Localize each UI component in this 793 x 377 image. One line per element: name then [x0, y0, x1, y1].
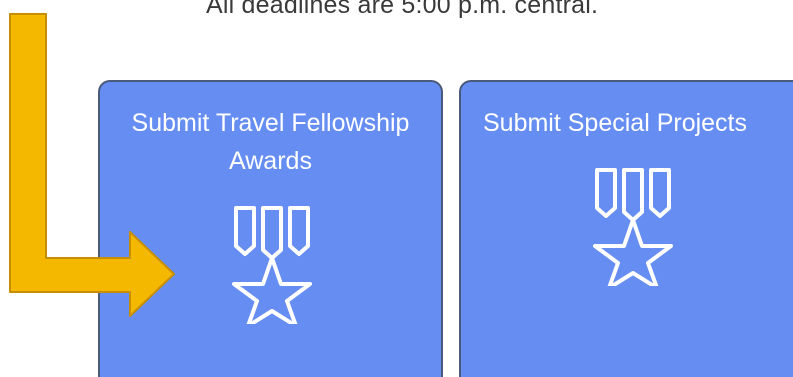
submit-special-projects-card[interactable]: Submit Special Projects — [459, 80, 793, 377]
deadline-note: All deadlines are 5:00 p.m. central. — [206, 0, 599, 19]
pointer-arrow-icon — [9, 13, 175, 317]
award-medal-icon — [232, 206, 312, 324]
award-medal-icon — [593, 168, 673, 286]
card-title: Submit Special Projects — [483, 109, 748, 137]
page: All deadlines are 5:00 p.m. central. Sub… — [0, 0, 793, 377]
